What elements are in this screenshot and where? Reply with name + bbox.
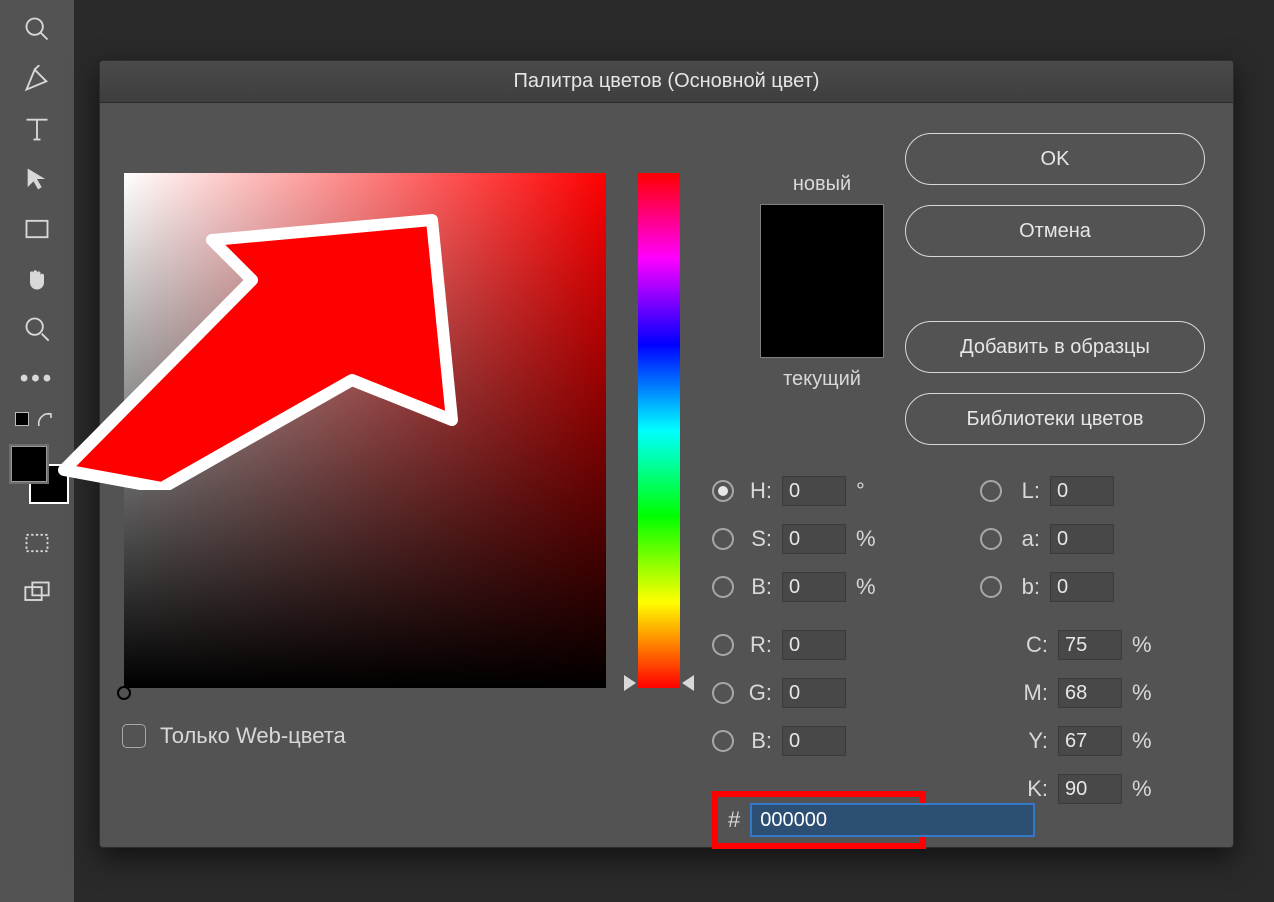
blue-radio[interactable] <box>712 730 734 752</box>
m-input[interactable] <box>1058 678 1122 708</box>
web-colors-option[interactable]: Только Web-цвета <box>122 723 346 749</box>
a-label: a: <box>1012 526 1040 552</box>
add-to-swatches-button[interactable]: Добавить в образцы <box>905 321 1205 373</box>
hex-hash-label: # <box>728 807 740 833</box>
foreground-color-swatch[interactable] <box>9 444 49 484</box>
h-input[interactable] <box>782 476 846 506</box>
h-label: H: <box>744 478 772 504</box>
m-unit: % <box>1132 680 1156 706</box>
b-unit: % <box>856 574 880 600</box>
y-input[interactable] <box>1058 726 1122 756</box>
rectangle-tool-icon[interactable] <box>9 204 65 254</box>
rgb-b-label: B: <box>744 728 772 754</box>
hand-tool-icon[interactable] <box>9 254 65 304</box>
r-label: R: <box>744 632 772 658</box>
hue-slider[interactable] <box>638 173 680 688</box>
preview-current-color[interactable] <box>761 281 883 357</box>
c-label: C: <box>1012 632 1048 658</box>
red-radio[interactable] <box>712 634 734 656</box>
dialog-title: Палитра цветов (Основной цвет) <box>514 70 820 93</box>
k-unit: % <box>1132 776 1156 802</box>
preview-current-label: текущий <box>712 368 932 391</box>
m-label: M: <box>1012 680 1048 706</box>
hex-field-highlight: # <box>712 791 926 849</box>
s-label: S: <box>744 526 772 552</box>
s-input[interactable] <box>782 524 846 554</box>
web-colors-label: Только Web-цвета <box>160 723 346 749</box>
k-label: K: <box>1012 776 1048 802</box>
a-radio[interactable] <box>980 528 1002 550</box>
ok-button[interactable]: OK <box>905 133 1205 185</box>
s-unit: % <box>856 526 880 552</box>
h-unit: ° <box>856 478 880 504</box>
l-input[interactable] <box>1050 476 1114 506</box>
brightness-radio[interactable] <box>712 576 734 598</box>
r-input[interactable] <box>782 630 846 660</box>
hue-radio[interactable] <box>712 480 734 502</box>
default-colors-icon[interactable] <box>9 412 65 440</box>
g-input[interactable] <box>782 678 846 708</box>
lab-b-radio[interactable] <box>980 576 1002 598</box>
a-input[interactable] <box>1050 524 1114 554</box>
l-label: L: <box>1012 478 1040 504</box>
green-radio[interactable] <box>712 682 734 704</box>
color-swatches[interactable] <box>7 444 67 504</box>
path-select-tool-icon[interactable] <box>9 154 65 204</box>
hex-input[interactable] <box>750 803 1035 837</box>
rgb-b-input[interactable] <box>782 726 846 756</box>
zoom-tool-icon[interactable] <box>9 304 65 354</box>
hue-slider-handle-left-icon[interactable] <box>624 675 636 691</box>
preview-new-label: новый <box>712 173 932 196</box>
web-colors-checkbox[interactable] <box>122 724 146 748</box>
lab-b-input[interactable] <box>1050 572 1114 602</box>
dialog-titlebar: Палитра цветов (Основной цвет) <box>100 61 1233 103</box>
type-tool-icon[interactable] <box>9 104 65 154</box>
g-label: G: <box>744 680 772 706</box>
cancel-button[interactable]: Отмена <box>905 205 1205 257</box>
lab-b-label: b: <box>1012 574 1040 600</box>
magnifier-tool-icon[interactable] <box>9 4 65 54</box>
screen-mode-tool-icon[interactable] <box>9 568 65 618</box>
tools-panel: ••• <box>0 0 74 902</box>
quickmask-tool-icon[interactable] <box>9 518 65 568</box>
pen-tool-icon[interactable] <box>9 54 65 104</box>
y-label: Y: <box>1012 728 1048 754</box>
color-picker-dialog: Палитра цветов (Основной цвет) новый тек… <box>99 60 1234 848</box>
color-field[interactable] <box>124 173 606 688</box>
k-input[interactable] <box>1058 774 1122 804</box>
b-label: B: <box>744 574 772 600</box>
color-preview: новый текущий <box>712 173 932 391</box>
saturation-radio[interactable] <box>712 528 734 550</box>
preview-new-color <box>761 205 883 281</box>
l-radio[interactable] <box>980 480 1002 502</box>
color-libraries-button[interactable]: Библиотеки цветов <box>905 393 1205 445</box>
more-tools-icon[interactable]: ••• <box>9 354 65 404</box>
c-unit: % <box>1132 632 1156 658</box>
y-unit: % <box>1132 728 1156 754</box>
hue-slider-handle-right-icon[interactable] <box>682 675 694 691</box>
color-field-cursor-icon <box>117 686 131 700</box>
b-input[interactable] <box>782 572 846 602</box>
c-input[interactable] <box>1058 630 1122 660</box>
